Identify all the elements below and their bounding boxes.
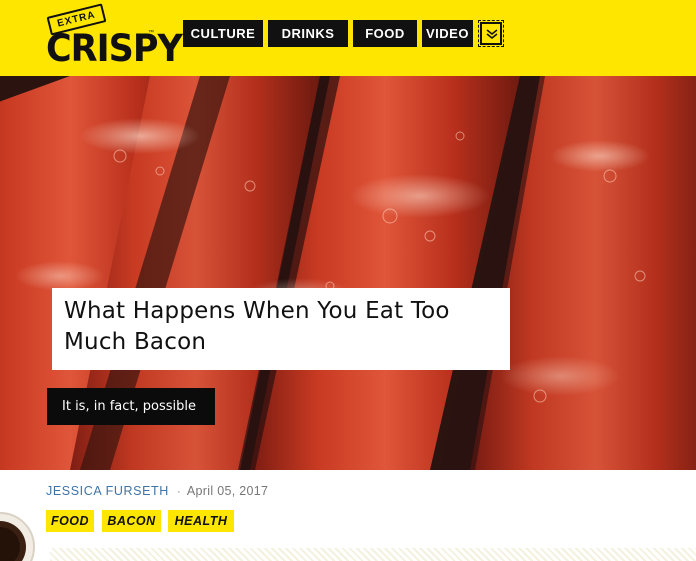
article-dek: It is, in fact, possible	[47, 388, 215, 425]
hero-image-area[interactable]: What Happens When You Eat Too Much Bacon…	[0, 76, 696, 470]
byline-separator: ·	[176, 484, 181, 498]
logo-trademark: ™	[148, 30, 154, 36]
chevron-down-double-icon	[486, 29, 498, 40]
tag-health[interactable]: HEALTH	[168, 510, 234, 532]
section-divider	[50, 548, 696, 561]
nav-culture[interactable]: CULTURE	[183, 20, 263, 47]
extra-crispy-logo[interactable]: EXTRA CRISPY ™	[44, 3, 183, 70]
nav-video[interactable]: VIDEO	[422, 20, 473, 47]
logo-crispy-label: CRISPY	[46, 27, 183, 71]
nav-more-button[interactable]	[478, 20, 504, 47]
publish-date: April 05, 2017	[186, 484, 269, 498]
tag-food[interactable]: FOOD	[46, 510, 94, 532]
site-header: EXTRA CRISPY ™ CULTURE DRINKS FOOD VIDEO	[0, 0, 696, 76]
tag-bacon[interactable]: BACON	[102, 510, 161, 532]
article-headline[interactable]: What Happens When You Eat Too Much Bacon	[64, 296, 498, 358]
headline-box: What Happens When You Eat Too Much Bacon	[52, 288, 510, 370]
coffee-cup-image	[0, 512, 35, 561]
nav-drinks[interactable]: DRINKS	[268, 20, 348, 47]
byline: JESSICA FURSETH · April 05, 2017	[46, 484, 268, 500]
author-link[interactable]: JESSICA FURSETH	[46, 484, 169, 498]
nav-food[interactable]: FOOD	[353, 20, 417, 47]
